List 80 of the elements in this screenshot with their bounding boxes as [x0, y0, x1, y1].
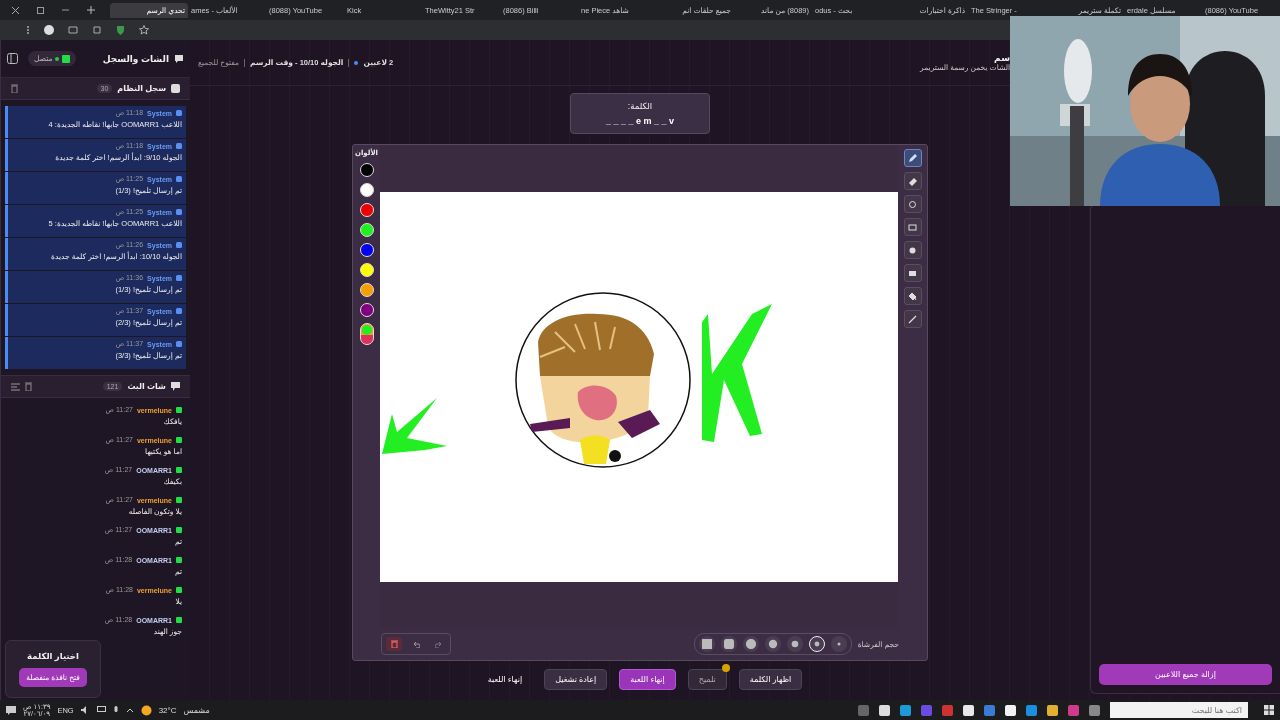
word-label: الكلمة:	[627, 101, 653, 111]
filled-circle-icon	[908, 245, 917, 255]
section-title: سجل النظام	[117, 84, 166, 93]
windows-start-icon[interactable]	[1264, 705, 1274, 715]
redo-icon	[434, 640, 442, 648]
chat-icon	[174, 53, 184, 64]
end-game-button[interactable]: إنهاء اللعبة	[619, 669, 676, 690]
action-button[interactable]: اظهار الكلمة	[738, 669, 803, 690]
tool-button[interactable]	[903, 241, 922, 259]
status-dot	[55, 56, 60, 61]
sidebar-title: الشات والسجل	[102, 53, 169, 64]
hint-button[interactable]: تلميح	[687, 669, 727, 690]
brush-size-option[interactable]	[786, 636, 803, 652]
shield-icon[interactable]	[116, 25, 125, 35]
drawing-canvas[interactable]	[380, 192, 898, 582]
brush-size-option[interactable]	[808, 636, 825, 652]
action-button[interactable]: إعادة تشغيل	[544, 669, 608, 690]
taskbar-app-icon[interactable]	[1047, 704, 1058, 716]
hint-badge	[721, 664, 730, 672]
notification-icon[interactable]	[6, 705, 16, 715]
color-swatch[interactable]	[359, 183, 374, 197]
end-game-link[interactable]: إنهاء اللعبة	[477, 670, 533, 689]
brush-size-option[interactable]	[698, 636, 715, 652]
trash-icon[interactable]	[25, 382, 32, 391]
weather-label: مشمس	[183, 705, 210, 715]
taskbar-app-icon[interactable]	[879, 704, 890, 716]
dot-icon	[789, 639, 800, 649]
brush-size-option[interactable]	[720, 636, 737, 652]
close-icon[interactable]	[12, 6, 19, 14]
profile-icon[interactable]	[44, 25, 54, 35]
color-swatch[interactable]	[359, 303, 374, 317]
menu-icon[interactable]	[26, 25, 30, 35]
chevron-up-icon[interactable]	[125, 707, 134, 713]
list-icon[interactable]	[11, 382, 20, 391]
color-swatch[interactable]	[359, 223, 374, 237]
pencil-icon	[908, 153, 917, 163]
tool-button[interactable]	[903, 264, 922, 282]
taskbar-app-icon[interactable]	[963, 704, 974, 716]
chat-icon	[171, 382, 180, 391]
taskbar-app-icon[interactable]	[1005, 704, 1016, 716]
brush-size-option[interactable]	[742, 636, 759, 652]
clear-button[interactable]	[386, 637, 402, 651]
status-dot	[354, 60, 359, 65]
monitor-icon[interactable]	[96, 706, 106, 714]
rectangle-icon	[908, 222, 917, 232]
color-swatch[interactable]	[359, 263, 374, 277]
card-title: اختيار الكلمة	[27, 651, 79, 661]
sidebar-toggle-icon[interactable]	[7, 53, 18, 64]
tool-button[interactable]	[903, 287, 922, 305]
trash-icon[interactable]	[11, 84, 18, 93]
word-pattern: _ _ _ _ e m _ _ v	[605, 116, 675, 126]
info-icon	[171, 84, 180, 93]
temperature: 32°C	[158, 705, 177, 715]
sun-icon	[140, 704, 152, 716]
page-title: سم	[994, 53, 1010, 63]
circle-icon	[908, 199, 917, 209]
dot-icon	[767, 639, 778, 649]
remove-players-button[interactable]: إزالة جميع اللاعبين	[1099, 664, 1272, 685]
bucket-icon	[908, 291, 917, 301]
filled-rectangle-icon	[908, 268, 917, 278]
color-picker-icon[interactable]	[359, 323, 374, 345]
color-swatch[interactable]	[359, 283, 374, 297]
eraser-icon	[908, 176, 917, 186]
tool-button[interactable]	[903, 195, 922, 213]
new-tab-icon[interactable]	[87, 6, 95, 14]
microphone-icon[interactable]	[112, 705, 119, 715]
taskbar-search-field[interactable]: اكتب هنا للبحث	[1110, 702, 1248, 718]
tool-button[interactable]	[903, 172, 922, 190]
brush-size-option[interactable]	[764, 636, 781, 652]
tool-button[interactable]	[903, 149, 922, 167]
section-title: شات البث	[127, 382, 166, 391]
line-icon	[908, 314, 917, 324]
color-swatch[interactable]	[359, 203, 374, 217]
tool-button[interactable]	[903, 310, 922, 328]
star-icon[interactable]	[139, 25, 149, 35]
maximize-icon[interactable]	[37, 6, 44, 14]
trash-icon	[390, 640, 398, 648]
color-swatch[interactable]	[359, 243, 374, 257]
undo-icon	[412, 640, 420, 648]
color-swatch[interactable]	[359, 163, 374, 177]
